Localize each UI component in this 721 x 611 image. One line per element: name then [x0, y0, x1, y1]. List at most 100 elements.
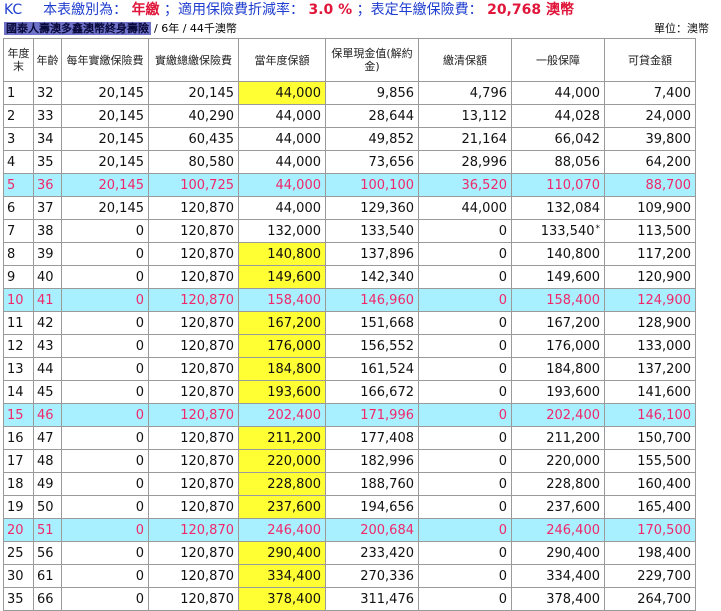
column-header-cash-value: 保單現金值(解約金): [325, 38, 419, 82]
table-row: 4 35 20,145 80,580 44,000 73,656 28,996 88,056 6…: [3, 150, 696, 174]
cell-general-protection: 184,800: [511, 357, 605, 381]
table-row: 17 48 0 120,870 220,000 182,996 0 220,000 155,50…: [3, 449, 696, 473]
cell-general-protection: 133,540*: [511, 219, 605, 243]
plan-code: KC: [4, 2, 23, 18]
cell-general-protection: 132,084: [511, 196, 605, 220]
cell-general-protection: 202,400: [511, 403, 605, 427]
cell-total-premium: 20,145: [148, 81, 239, 105]
cell-loan-amount: 155,500: [604, 449, 696, 473]
cell-total-premium: 120,870: [148, 449, 239, 473]
cell-loan-amount: 137,200: [604, 357, 696, 381]
cell-current-sum-assured: 193,600: [238, 380, 326, 404]
cell-paid-up-amount: 0: [418, 219, 512, 243]
cell-general-protection: 211,200: [511, 426, 605, 450]
cell-loan-amount: 117,200: [604, 242, 696, 266]
cell-current-sum-assured: 378,400: [238, 587, 326, 611]
cell-age: 48: [33, 449, 62, 473]
cell-annual-premium: 0: [61, 518, 149, 542]
cell-current-sum-assured: 44,000: [238, 196, 326, 220]
table-row: 30 61 0 120,870 334,400 270,336 0 334,400 229,70…: [3, 564, 696, 588]
cell-paid-up-amount: 0: [418, 564, 512, 588]
cell-year-end: 8: [3, 242, 34, 266]
discount-value: 3.0 %: [308, 2, 353, 18]
cell-cash-value: 156,552: [325, 334, 419, 358]
cell-age: 66: [33, 587, 62, 611]
cell-age: 32: [33, 81, 62, 105]
cell-annual-premium: 0: [61, 495, 149, 519]
cell-loan-amount: 165,400: [604, 495, 696, 519]
cell-year-end: 18: [3, 472, 34, 496]
cell-loan-amount: 64,200: [604, 150, 696, 174]
cell-total-premium: 120,870: [148, 311, 239, 335]
cell-annual-premium: 20,145: [61, 173, 149, 197]
cell-loan-amount: 264,700: [604, 587, 696, 611]
cell-general-protection: 193,600: [511, 380, 605, 404]
cell-general-protection: 228,800: [511, 472, 605, 496]
cell-annual-premium: 0: [61, 288, 149, 312]
column-header-paid-up-amount: 繳清保額: [418, 38, 512, 82]
cell-loan-amount: 24,000: [604, 104, 696, 128]
cell-age: 46: [33, 403, 62, 427]
cell-general-protection: 66,042: [511, 127, 605, 151]
cell-cash-value: 49,852: [325, 127, 419, 151]
premium-label: ；表定年繳保險費：: [356, 2, 483, 18]
cell-age: 36: [33, 173, 62, 197]
cell-general-protection: 149,600: [511, 265, 605, 289]
cell-current-sum-assured: 44,000: [238, 150, 326, 174]
cell-current-sum-assured: 184,800: [238, 357, 326, 381]
cell-total-premium: 120,870: [148, 196, 239, 220]
table-row: 15 46 0 120,870 202,400 171,996 0 202,400 146,10…: [3, 403, 696, 427]
cell-total-premium: 120,870: [148, 587, 239, 611]
cell-year-end: 6: [3, 196, 34, 220]
table-row: 5 36 20,145 100,725 44,000 100,100 36,520 110,0…: [3, 173, 696, 197]
cell-annual-premium: 0: [61, 242, 149, 266]
cell-loan-amount: 39,800: [604, 127, 696, 151]
cell-loan-amount: 7,400: [604, 81, 696, 105]
cell-paid-up-amount: 28,996: [418, 150, 512, 174]
cell-current-sum-assured: 220,000: [238, 449, 326, 473]
column-header-total-premium: 實繳總繳保險費: [148, 38, 239, 82]
cell-total-premium: 100,725: [148, 173, 239, 197]
product-name: 國泰人壽澳多鑫澳幣終身壽險: [4, 22, 151, 35]
plan-detail: / 6年 / 44千澳幣: [154, 22, 237, 35]
cell-total-premium: 120,870: [148, 403, 239, 427]
cell-age: 50: [33, 495, 62, 519]
cell-paid-up-amount: 0: [418, 587, 512, 611]
table-row: 13 44 0 120,870 184,800 161,524 0 184,800 137,20…: [3, 357, 696, 381]
cell-year-end: 14: [3, 380, 34, 404]
cell-cash-value: 73,656: [325, 150, 419, 174]
header-summary: KC 本表繳別為： 年繳 ；適用保險費折減率： 3.0 % ；表定年繳保險費： …: [4, 0, 719, 20]
cell-loan-amount: 229,700: [604, 564, 696, 588]
cell-year-end: 19: [3, 495, 34, 519]
cell-current-sum-assured: 290,400: [238, 541, 326, 565]
cell-cash-value: 161,524: [325, 357, 419, 381]
cell-general-protection: 334,400: [511, 564, 605, 588]
cell-age: 45: [33, 380, 62, 404]
cell-current-sum-assured: 228,800: [238, 472, 326, 496]
cell-cash-value: 270,336: [325, 564, 419, 588]
column-header-age: 年齡: [33, 38, 62, 82]
cell-loan-amount: 124,900: [604, 288, 696, 312]
cell-annual-premium: 20,145: [61, 150, 149, 174]
cell-annual-premium: 0: [61, 564, 149, 588]
cell-total-premium: 120,870: [148, 495, 239, 519]
cell-year-end: 11: [3, 311, 34, 335]
cell-general-protection: 237,600: [511, 495, 605, 519]
cell-total-premium: 120,870: [148, 357, 239, 381]
cell-loan-amount: 120,900: [604, 265, 696, 289]
cell-age: 42: [33, 311, 62, 335]
cell-annual-premium: 0: [61, 380, 149, 404]
cell-paid-up-amount: 0: [418, 518, 512, 542]
product-line: 國泰人壽澳多鑫澳幣終身壽險/ 6年 / 44千澳幣 單位：澳幣: [4, 21, 719, 37]
table-header-row: 年度末 年齡 每年實繳保險費 實繳總繳保險費 當年度保額 保單現金值(解約金) 繳清保額 一般…: [3, 38, 696, 82]
cell-loan-amount: 88,700: [604, 173, 696, 197]
cell-total-premium: 120,870: [148, 541, 239, 565]
cell-general-protection: 44,000: [511, 81, 605, 105]
cell-annual-premium: 20,145: [61, 81, 149, 105]
table-row: 18 49 0 120,870 228,800 188,760 0 228,800 160,40…: [3, 472, 696, 496]
cell-current-sum-assured: 167,200: [238, 311, 326, 335]
cell-paid-up-amount: 0: [418, 311, 512, 335]
cell-paid-up-amount: 13,112: [418, 104, 512, 128]
table-row: 19 50 0 120,870 237,600 194,656 0 237,600 165,40…: [3, 495, 696, 519]
cell-paid-up-amount: 0: [418, 265, 512, 289]
